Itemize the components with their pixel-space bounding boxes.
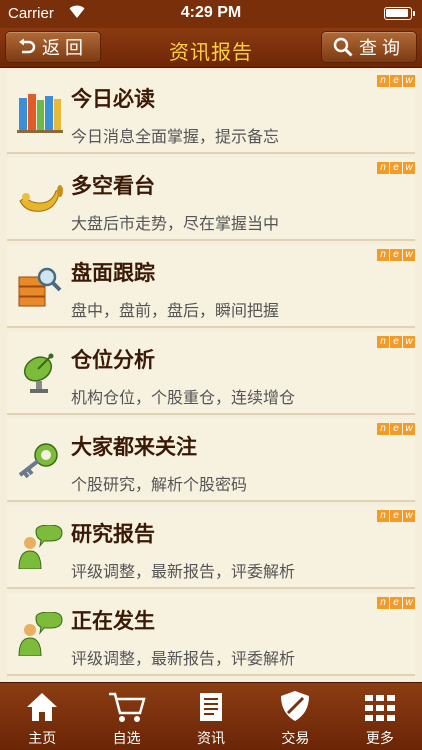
tab-label: 自选 bbox=[112, 731, 141, 747]
item-desc: 评级调整，最新报告，评委解析 bbox=[71, 649, 296, 668]
new-badge: new bbox=[377, 249, 415, 261]
list-item-position-analysis[interactable]: 仓位分析 机构仓位，个股重仓，连续增仓 new bbox=[7, 332, 415, 415]
list-item-partial[interactable]: new bbox=[7, 680, 415, 681]
new-badge: new bbox=[377, 423, 415, 435]
shield-icon bbox=[278, 689, 312, 723]
horn-icon bbox=[15, 174, 65, 224]
status-bar: Carrier 4:29 PM bbox=[0, 0, 422, 28]
list-item-market-tracking[interactable]: 盘面跟踪 盘中，盘前，盘后，瞬间把握 new bbox=[7, 245, 415, 328]
item-title: 大家都来关注 bbox=[71, 435, 197, 459]
list-item-bull-bear[interactable]: 多空看台 大盘后市走势，尽在掌握当中 new bbox=[7, 158, 415, 241]
new-badge: new bbox=[377, 336, 415, 348]
tab-label: 主页 bbox=[28, 731, 57, 747]
books-icon bbox=[15, 87, 65, 137]
report-list: 今日必读 今日消息全面掌握，提示备忘 new 多空看台 大盘后市走势，尽在掌握当… bbox=[0, 69, 422, 681]
new-badge: new bbox=[377, 597, 415, 609]
tab-label: 资讯 bbox=[197, 731, 226, 747]
item-title: 仓位分析 bbox=[71, 348, 155, 372]
item-title: 研究报告 bbox=[71, 522, 155, 546]
item-desc: 盘中，盘前，盘后，瞬间把握 bbox=[71, 301, 280, 320]
tab-more[interactable]: 更多 bbox=[338, 683, 422, 750]
grid-icon bbox=[363, 689, 397, 723]
new-badge: new bbox=[377, 162, 415, 174]
item-desc: 评级调整，最新报告，评委解析 bbox=[71, 562, 296, 581]
tab-label: 更多 bbox=[365, 731, 394, 747]
person-speech-icon bbox=[15, 609, 65, 659]
key-icon bbox=[15, 435, 65, 485]
tab-bar: 主页 自选 资讯 交易 更多 bbox=[0, 682, 422, 750]
person-speech-icon bbox=[15, 522, 65, 572]
tab-home[interactable]: 主页 bbox=[0, 683, 84, 750]
clock: 4:29 PM bbox=[180, 4, 242, 21]
item-title: 盘面跟踪 bbox=[71, 261, 155, 285]
tab-label: 交易 bbox=[281, 731, 310, 747]
document-icon bbox=[196, 689, 226, 723]
tab-trade[interactable]: 交易 bbox=[253, 683, 337, 750]
satellite-dish-icon bbox=[15, 348, 65, 398]
home-icon bbox=[25, 689, 59, 723]
list-item-today-must-read[interactable]: 今日必读 今日消息全面掌握，提示备忘 new bbox=[7, 71, 415, 154]
search-label: 查询 bbox=[359, 38, 405, 59]
item-title: 今日必读 bbox=[71, 87, 155, 111]
search-button[interactable]: 查询 bbox=[321, 31, 417, 63]
list-item-research-report[interactable]: 研究报告 评级调整，最新报告，评委解析 new bbox=[7, 506, 415, 589]
new-badge: new bbox=[377, 75, 415, 87]
search-icon bbox=[333, 37, 353, 57]
item-desc: 大盘后市走势，尽在掌握当中 bbox=[71, 214, 280, 233]
item-title: 正在发生 bbox=[71, 609, 155, 633]
list-item-happening-now[interactable]: 正在发生 评级调整，最新报告，评委解析 new bbox=[7, 593, 415, 676]
list-item-everyone-watching[interactable]: 大家都来关注 个股研究，解析个股密码 new bbox=[7, 419, 415, 502]
item-desc: 机构仓位，个股重仓，连续增仓 bbox=[71, 388, 296, 407]
cart-icon bbox=[108, 689, 146, 723]
tab-news[interactable]: 资讯 bbox=[169, 683, 253, 750]
item-title: 多空看台 bbox=[71, 174, 155, 198]
battery-icon bbox=[384, 7, 415, 20]
server-search-icon bbox=[15, 261, 65, 311]
item-desc: 个股研究，解析个股密码 bbox=[71, 475, 248, 494]
new-badge: new bbox=[377, 510, 415, 522]
tab-watchlist[interactable]: 自选 bbox=[84, 683, 168, 750]
nav-bar: 返回 资讯报告 查询 bbox=[0, 28, 422, 68]
item-desc: 今日消息全面掌握，提示备忘 bbox=[71, 127, 280, 146]
